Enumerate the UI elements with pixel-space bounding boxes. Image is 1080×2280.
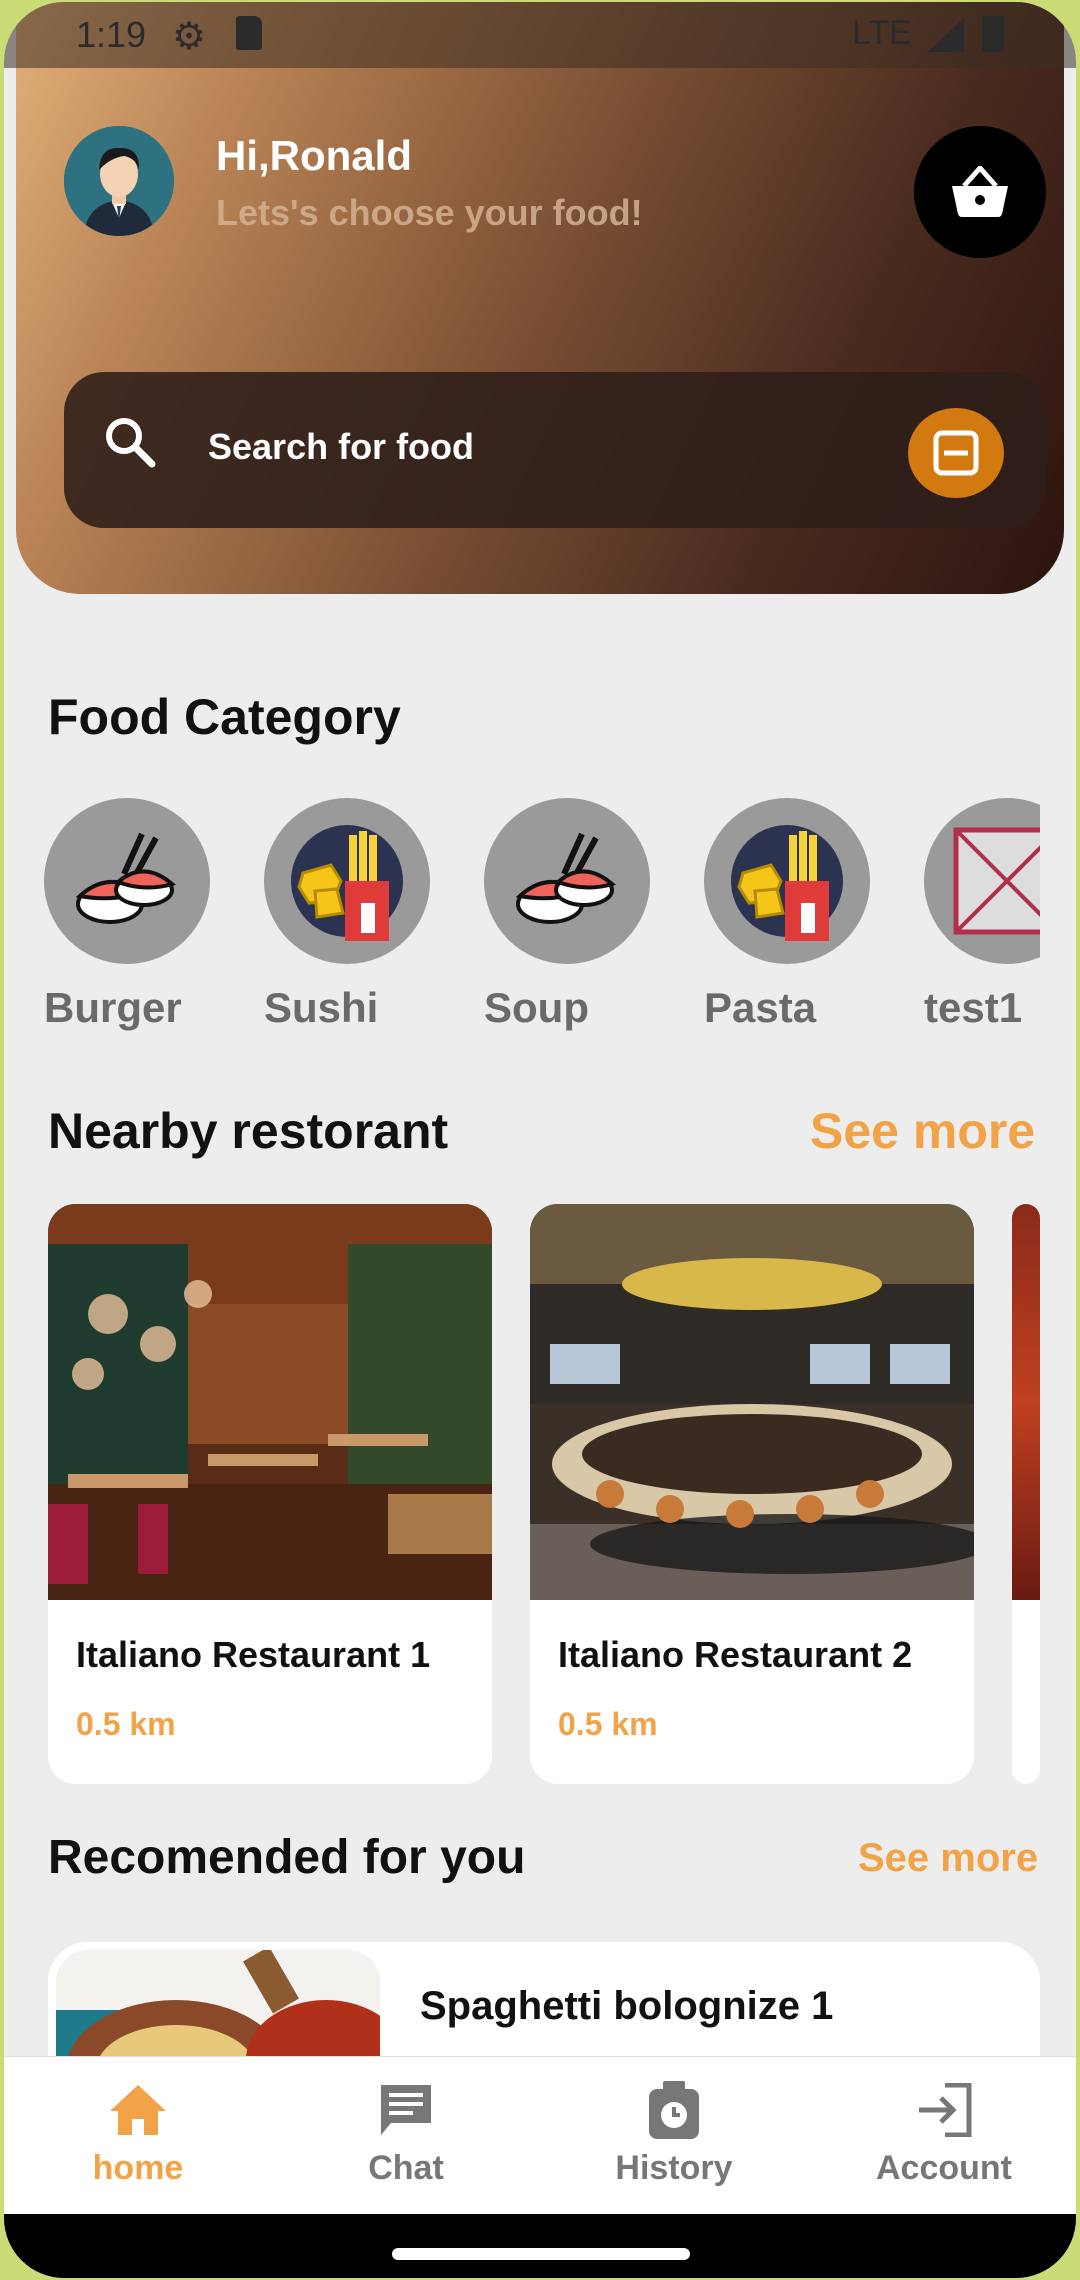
nav-icon-wrap — [306, 2075, 506, 2145]
system-nav-bar — [4, 2214, 1076, 2278]
restaurant-distance: 0.5 km — [558, 1706, 658, 1742]
sushi-icon — [515, 832, 617, 924]
nav-home[interactable]: home — [38, 2075, 238, 2188]
nav-label: Chat — [368, 2149, 444, 2187]
category-circle — [484, 798, 650, 964]
avatar[interactable] — [64, 126, 174, 236]
fries-icon — [731, 825, 843, 941]
nav-account[interactable]: Account — [844, 2075, 1044, 2188]
recommended-see-more-link[interactable]: See more — [858, 1836, 1038, 1881]
category-circle — [264, 798, 430, 964]
restaurant-name: Italiano Restaurant 1 — [76, 1634, 431, 1675]
status-time: 1:19 — [76, 14, 147, 55]
battery-icon — [982, 16, 1004, 52]
nav-history[interactable]: History — [574, 2075, 774, 2188]
category-circle — [704, 798, 870, 964]
restaurant-photo — [1012, 1204, 1040, 1600]
search-input[interactable]: Search for food — [208, 426, 474, 468]
category-label: Pasta — [704, 984, 817, 1031]
home-icon — [110, 2085, 166, 2135]
category-item-burger[interactable]: Burger — [44, 798, 214, 1032]
category-circle — [44, 798, 210, 964]
category-item-soup[interactable]: Soup — [484, 798, 654, 1032]
restaurant-card[interactable]: Italiano Restaurant 1 0.5 km — [48, 1204, 492, 1784]
nav-icon-wrap — [38, 2075, 238, 2145]
category-label: Sushi — [264, 984, 379, 1031]
sd-card-icon — [236, 16, 262, 50]
restaurant-name: Italiano Restaurant 2 — [558, 1634, 913, 1675]
fries-icon — [291, 825, 403, 941]
signal-icon — [928, 18, 964, 52]
bottom-navigation: home Chat History Account — [4, 2056, 1076, 2216]
nav-chat[interactable]: Chat — [306, 2075, 506, 2188]
login-icon — [919, 2083, 972, 2137]
recommended-title: Recomended for you — [48, 1831, 526, 1884]
restaurant-card[interactable] — [1012, 1204, 1040, 1784]
restaurant-photo — [530, 1204, 974, 1600]
home-gesture-handle[interactable] — [392, 2248, 690, 2260]
food-category-title: Food Category — [48, 689, 401, 745]
nearby-title: Nearby restorant — [48, 1103, 449, 1159]
app-screen: Hi,Ronald Lets's choose your food! Searc… — [4, 2, 1076, 2278]
category-label: Burger — [44, 984, 182, 1031]
filter-button[interactable] — [908, 408, 1004, 498]
nav-label: History — [615, 2149, 733, 2187]
basket-icon — [952, 166, 1008, 217]
header-banner: Hi,Ronald Lets's choose your food! Searc… — [16, 2, 1064, 594]
sushi-icon — [75, 832, 177, 924]
nav-icon-wrap — [574, 2075, 774, 2145]
nav-icon-wrap — [844, 2075, 1044, 2145]
search-icon — [106, 418, 156, 468]
settings-gear-icon: ⚙ — [172, 16, 207, 58]
filter-icon — [933, 430, 979, 476]
cart-button[interactable] — [914, 126, 1046, 258]
dish-name: Spaghetti bolognize 1 — [420, 1984, 834, 2028]
network-type: LTE — [852, 14, 912, 52]
restaurant-card[interactable]: Italiano Restaurant 2 0.5 km — [530, 1204, 974, 1784]
category-label: Soup — [484, 984, 589, 1031]
greeting-subtitle: Lets's choose your food! — [216, 192, 643, 233]
restaurant-photo — [48, 1204, 492, 1600]
category-label: test1 — [924, 984, 1023, 1031]
category-item-sushi[interactable]: Sushi — [264, 798, 434, 1032]
history-icon — [649, 2081, 699, 2139]
category-item-pasta[interactable]: Pasta — [704, 798, 874, 1032]
category-circle — [924, 798, 1040, 964]
category-item-test1[interactable]: test1 — [924, 798, 1040, 1032]
user-avatar-icon — [64, 126, 174, 236]
status-bar: 1:19 ⚙ LTE — [4, 2, 1076, 68]
chat-icon — [381, 2085, 431, 2135]
nav-label: Account — [876, 2149, 1012, 2187]
greeting-text: Hi,Ronald — [216, 132, 412, 179]
search-bar[interactable]: Search for food — [64, 372, 1046, 528]
nearby-see-more-link[interactable]: See more — [810, 1102, 1035, 1160]
broken-image-icon — [953, 827, 1040, 935]
restaurant-distance: 0.5 km — [76, 1706, 176, 1742]
nav-label: home — [92, 2149, 184, 2187]
